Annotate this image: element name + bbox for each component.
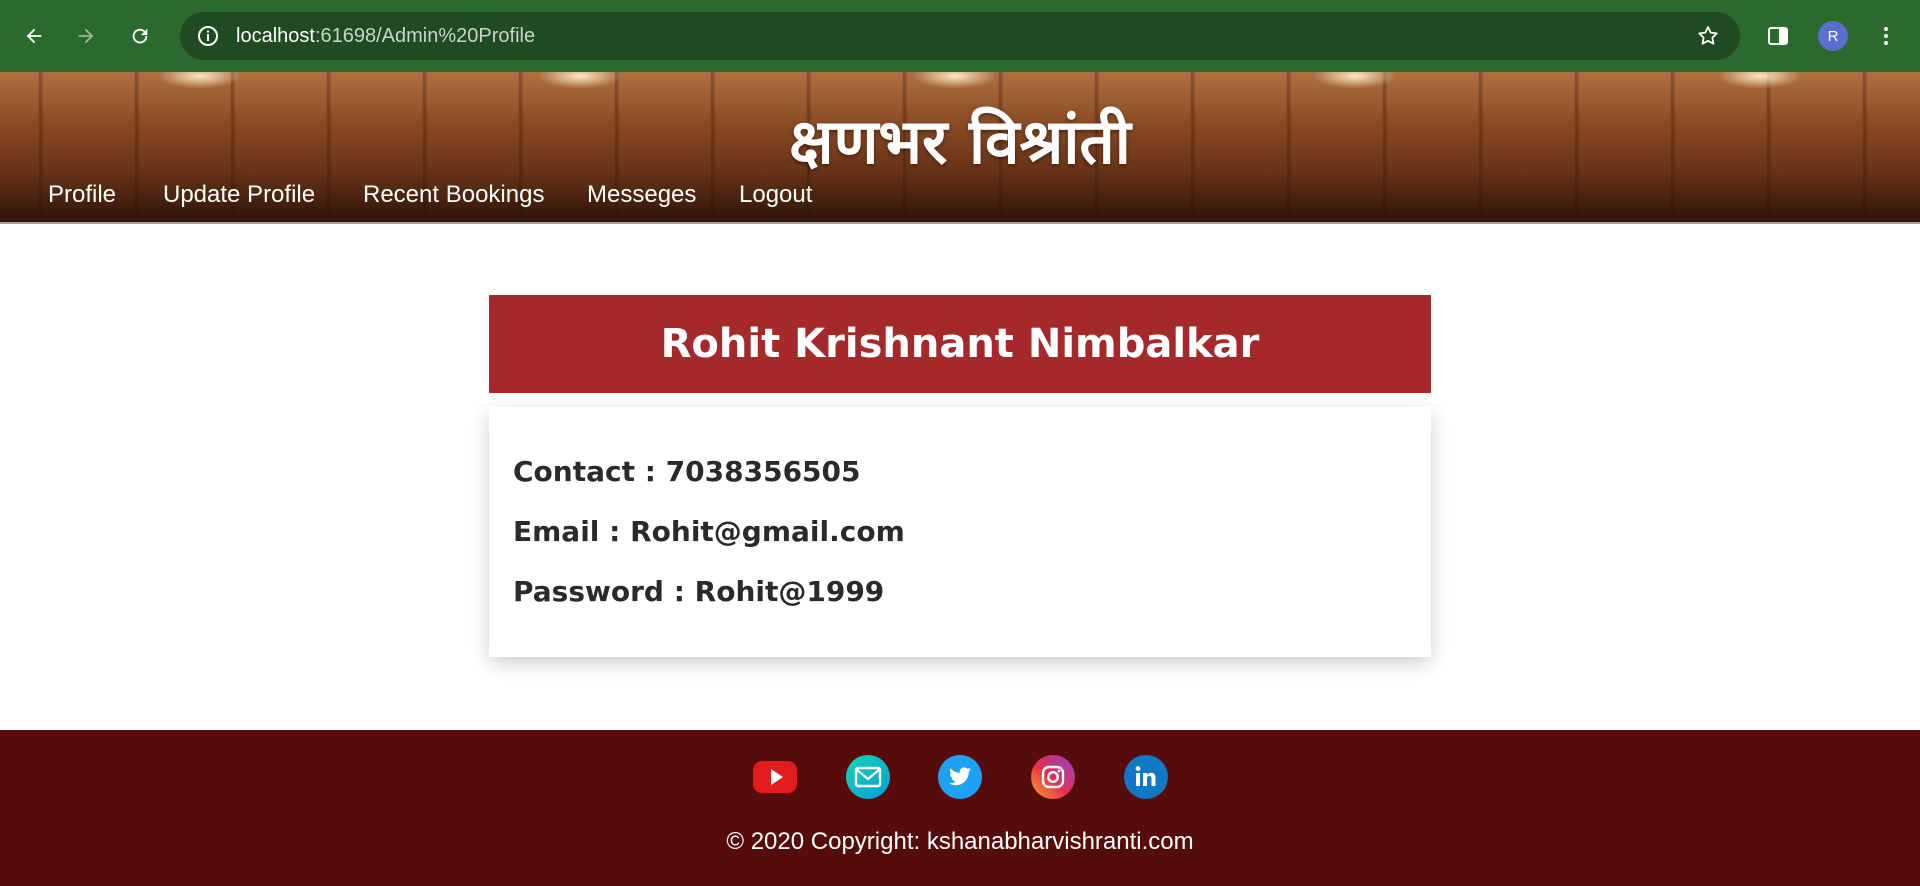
nav-messages[interactable]: Messeges (587, 178, 696, 212)
contact-text: Contact : 7038356505 (513, 455, 861, 488)
site-footer: © 2020 Copyright: kshanabharvishranti.co… (0, 730, 1920, 886)
nav-profile[interactable]: Profile (48, 178, 116, 212)
site-header: क्षणभर विश्रांती Profile Update Profile … (0, 72, 1920, 224)
url-text[interactable]: localhost:61698/Admin%20Profile (236, 12, 535, 60)
side-panel-icon[interactable] (1758, 16, 1798, 56)
email-text: Email : Rohit@gmail.com (513, 515, 905, 548)
url-path: :61698/Admin%20Profile (314, 25, 536, 47)
kebab-menu-icon[interactable] (1866, 16, 1906, 56)
copyright-text: © 2020 Copyright: kshanabharvishranti.co… (726, 828, 1194, 855)
twitter-icon[interactable] (937, 754, 983, 800)
email-icon[interactable] (845, 754, 891, 800)
nav-recent-bookings[interactable]: Recent Bookings (363, 178, 544, 212)
url-host: localhost (236, 25, 315, 47)
reload-icon[interactable] (120, 16, 160, 56)
forward-arrow-icon[interactable] (66, 16, 106, 56)
profile-card-body: Contact : 7038356505 Email : Rohit@gmail… (489, 407, 1431, 657)
youtube-icon[interactable] (752, 754, 798, 800)
instagram-icon[interactable] (1030, 754, 1076, 800)
info-icon[interactable] (196, 24, 220, 48)
profile-avatar[interactable]: R (1813, 16, 1853, 56)
nav-update-profile[interactable]: Update Profile (163, 178, 315, 212)
profile-card-header: Rohit Krishnant Nimbalkar (489, 295, 1431, 393)
back-arrow-icon[interactable] (14, 16, 54, 56)
site-title: क्षणभर विश्रांती (789, 105, 1131, 178)
nav-logout[interactable]: Logout (739, 178, 812, 212)
linkedin-icon[interactable] (1123, 754, 1169, 800)
browser-toolbar: localhost:61698/Admin%20Profile R (0, 0, 1920, 72)
profile-initial: R (1818, 21, 1848, 51)
address-bar[interactable]: localhost:61698/Admin%20Profile (180, 12, 1740, 60)
password-text: Password : Rohit@1999 (513, 575, 885, 608)
star-icon[interactable] (1696, 24, 1720, 48)
profile-name: Rohit Krishnant Nimbalkar (660, 321, 1260, 367)
